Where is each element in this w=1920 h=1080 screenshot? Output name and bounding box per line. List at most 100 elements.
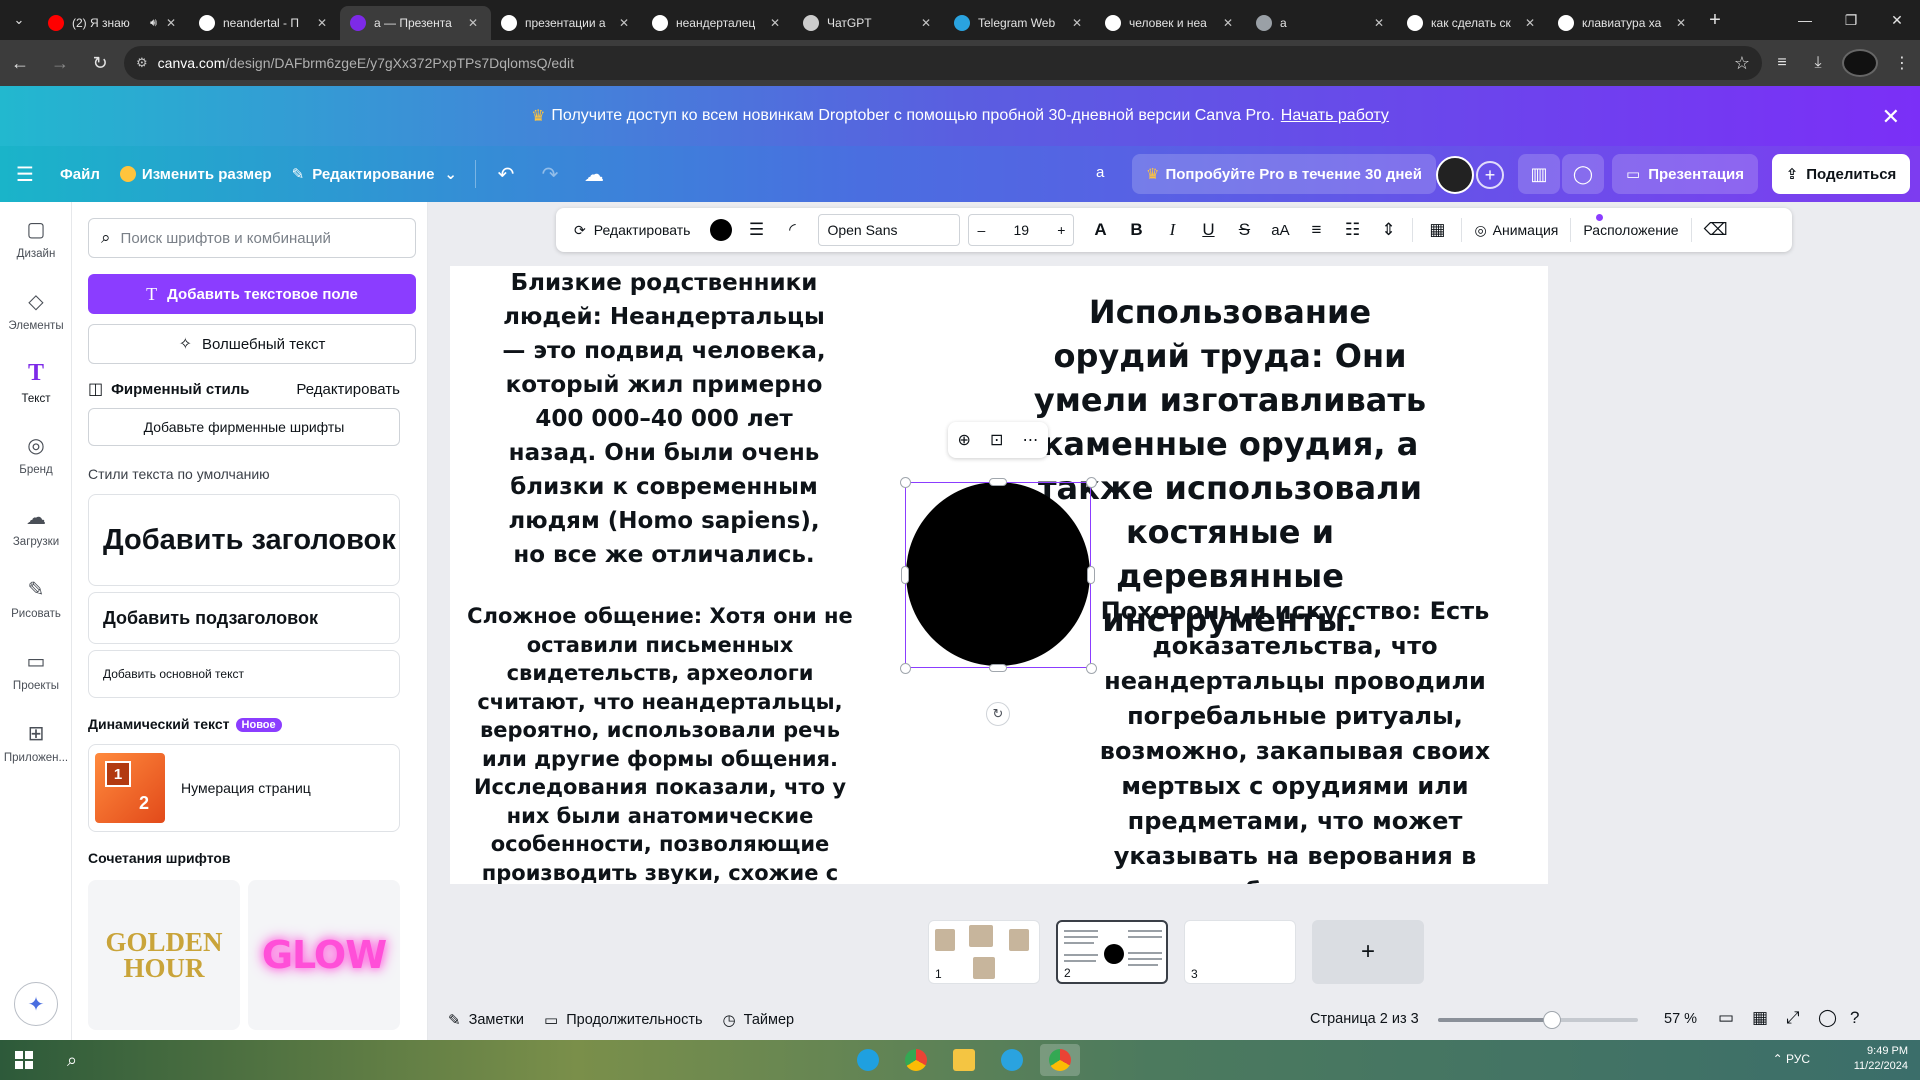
promo-start-link[interactable]: Начать работу xyxy=(1281,107,1389,125)
align-center-icon[interactable]: ≡ xyxy=(1298,214,1334,246)
tab-close-icon[interactable]: ✕ xyxy=(1371,16,1387,30)
font-search-box[interactable]: ⌕ xyxy=(88,218,416,258)
more-options-icon[interactable]: ⋯ xyxy=(1022,430,1038,450)
tab-audio-icon[interactable]: 🔊︎ xyxy=(150,17,157,30)
tab-close-icon[interactable]: ✕ xyxy=(465,16,481,30)
resize-handle-top-right[interactable] xyxy=(1086,477,1097,488)
combo-glow[interactable]: GLOW xyxy=(248,880,400,1030)
resize-handle-top-left[interactable] xyxy=(900,477,911,488)
document-title[interactable]: а xyxy=(1096,164,1104,181)
timer-button[interactable]: ◷ Таймер xyxy=(723,1011,795,1029)
resize-handle-left[interactable] xyxy=(901,566,909,584)
tab-close-icon[interactable]: ✕ xyxy=(314,16,330,30)
insights-chart-icon[interactable]: ▥ xyxy=(1518,154,1560,194)
resize-handle-bottom[interactable] xyxy=(989,664,1007,672)
zoom-percentage[interactable]: 57 % xyxy=(1664,1011,1697,1027)
redo-icon[interactable]: ↷ xyxy=(528,154,572,194)
cloud-save-icon[interactable]: ☁ xyxy=(572,154,616,194)
strikethrough-icon[interactable]: S xyxy=(1226,214,1262,246)
decrease-size-icon[interactable]: – xyxy=(977,222,985,238)
reload-button[interactable]: ↻ xyxy=(80,45,120,81)
increase-size-icon[interactable]: + xyxy=(1057,222,1065,238)
page-thumbnail-1[interactable]: 1 xyxy=(928,920,1040,984)
forward-button[interactable]: → xyxy=(40,45,80,81)
magic-text-button[interactable]: ✧ Волшебный текст xyxy=(88,324,416,364)
font-search-input[interactable] xyxy=(120,229,391,247)
slide-text-communication[interactable]: Сложное общение: Хотя они не оставили пи… xyxy=(456,602,864,884)
resize-button[interactable]: Изменить размер xyxy=(110,154,282,194)
tab-close-icon[interactable]: ✕ xyxy=(918,16,934,30)
chrome-active-icon[interactable] xyxy=(1040,1044,1080,1076)
profile-avatar[interactable] xyxy=(1842,49,1878,77)
browser-tab[interactable]: neandertal - П ✕ xyxy=(189,6,340,40)
edit-element-button[interactable]: ⟳ Редактировать xyxy=(568,214,696,246)
add-brand-fonts-button[interactable]: Добавьте фирменные шрифты xyxy=(88,408,400,446)
spacing-icon[interactable]: ⇕ xyxy=(1370,214,1406,246)
page-thumbnail-2[interactable]: 2 xyxy=(1056,920,1168,984)
check-icon[interactable]: ◯ xyxy=(1818,1008,1837,1028)
telegram-icon[interactable] xyxy=(992,1044,1032,1076)
try-pro-button[interactable]: ♛ Попробуйте Pro в течение 30 дней xyxy=(1132,154,1436,194)
page-numbers-card[interactable]: 1 2 Нумерация страниц xyxy=(88,744,400,832)
browser-menu-icon[interactable]: ⋮ xyxy=(1884,53,1920,73)
invite-plus-icon[interactable]: + xyxy=(1476,161,1504,189)
restore-icon[interactable]: ❐ xyxy=(1828,0,1874,40)
rail-item-elements[interactable]: ◇ Элементы xyxy=(0,274,72,346)
help-icon[interactable]: ? xyxy=(1850,1008,1859,1028)
bold-icon[interactable]: B xyxy=(1118,214,1154,246)
letter-case-icon[interactable]: aA xyxy=(1262,214,1298,246)
comments-icon[interactable]: ◯ xyxy=(1562,154,1604,194)
chrome-icon[interactable] xyxy=(896,1044,936,1076)
browser-tab[interactable]: а ✕ xyxy=(1246,6,1397,40)
system-clock[interactable]: 9:49 PM 11/22/2024 xyxy=(1854,1044,1908,1074)
zoom-slider[interactable] xyxy=(1438,1011,1638,1029)
browser-tab[interactable]: клавиатура ха ✕ xyxy=(1548,6,1699,40)
close-window-icon[interactable]: ✕ xyxy=(1874,0,1920,40)
tab-close-icon[interactable]: ✕ xyxy=(767,16,783,30)
tab-close-icon[interactable]: ✕ xyxy=(1673,16,1689,30)
browser-tab[interactable]: презентации а ✕ xyxy=(491,6,642,40)
slide-text-relatives[interactable]: Близкие родственники людей: Неандертальц… xyxy=(490,266,838,572)
fill-color-button[interactable] xyxy=(704,214,738,246)
bookmark-star-icon[interactable]: ☆ xyxy=(1734,53,1750,74)
add-page-button[interactable]: + xyxy=(1312,920,1424,984)
rail-item-design[interactable]: ▢ Дизайн xyxy=(0,202,72,274)
notes-button[interactable]: ✎ Заметки xyxy=(448,1011,524,1029)
browser-tab[interactable]: неандерталец ✕ xyxy=(642,6,793,40)
browser-tab[interactable]: как сделать ск ✕ xyxy=(1397,6,1548,40)
position-button[interactable]: Расположение xyxy=(1577,214,1684,246)
rail-item-brand[interactable]: ◎ Бренд xyxy=(0,418,72,490)
slide-text-burial[interactable]: Похороны и искусство: Есть доказательств… xyxy=(1060,594,1530,884)
lock-icon[interactable]: ⊡ xyxy=(990,430,1003,450)
main-menu-icon[interactable]: ☰ xyxy=(0,154,50,194)
start-button[interactable] xyxy=(0,1040,48,1080)
browser-tab[interactable]: ЧатGPT ✕ xyxy=(793,6,944,40)
taskbar-search-icon[interactable]: ⌕ xyxy=(48,1050,96,1071)
undo-icon[interactable]: ↶ xyxy=(484,154,528,194)
brand-edit-link[interactable]: Редактировать xyxy=(296,381,400,398)
resize-handle-top[interactable] xyxy=(989,478,1007,486)
add-textbox-button[interactable]: T Добавить текстовое поле xyxy=(88,274,416,314)
browser-tab[interactable]: а — Презента ✕ xyxy=(340,6,491,40)
language-indicator[interactable]: РУС xyxy=(1786,1052,1810,1066)
browser-tab[interactable]: человек и неа ✕ xyxy=(1095,6,1246,40)
italic-icon[interactable]: I xyxy=(1154,214,1190,246)
present-button[interactable]: ▭ Презентация xyxy=(1612,154,1759,194)
rail-item-apps[interactable]: ⊞ Приложен... xyxy=(0,706,72,778)
tab-close-icon[interactable]: ✕ xyxy=(163,16,179,30)
editing-mode-button[interactable]: ✎ Редактирование ⌄ xyxy=(282,154,467,194)
grid-view-icon[interactable]: ▦ xyxy=(1752,1008,1768,1028)
close-banner-icon[interactable]: ✕ xyxy=(1882,104,1900,130)
text-color-icon[interactable]: A xyxy=(1082,214,1118,246)
resize-handle-right[interactable] xyxy=(1087,566,1095,584)
minimize-icon[interactable]: — xyxy=(1782,0,1828,40)
browser-tab[interactable]: (2) Я знаю 🔊︎ ✕ xyxy=(38,6,189,40)
font-size-stepper[interactable]: – 19 + xyxy=(968,214,1075,246)
browser-tab[interactable]: Telegram Web ✕ xyxy=(944,6,1095,40)
duration-button[interactable]: ▭ Продолжительность xyxy=(544,1011,702,1029)
user-avatar[interactable] xyxy=(1436,156,1474,194)
rail-item-draw[interactable]: ✎ Рисовать xyxy=(0,562,72,634)
add-subheading-card[interactable]: Добавить подзаголовок xyxy=(88,592,400,644)
font-size-value[interactable]: 19 xyxy=(1013,222,1029,238)
rail-item-uploads[interactable]: ☁ Загрузки xyxy=(0,490,72,562)
